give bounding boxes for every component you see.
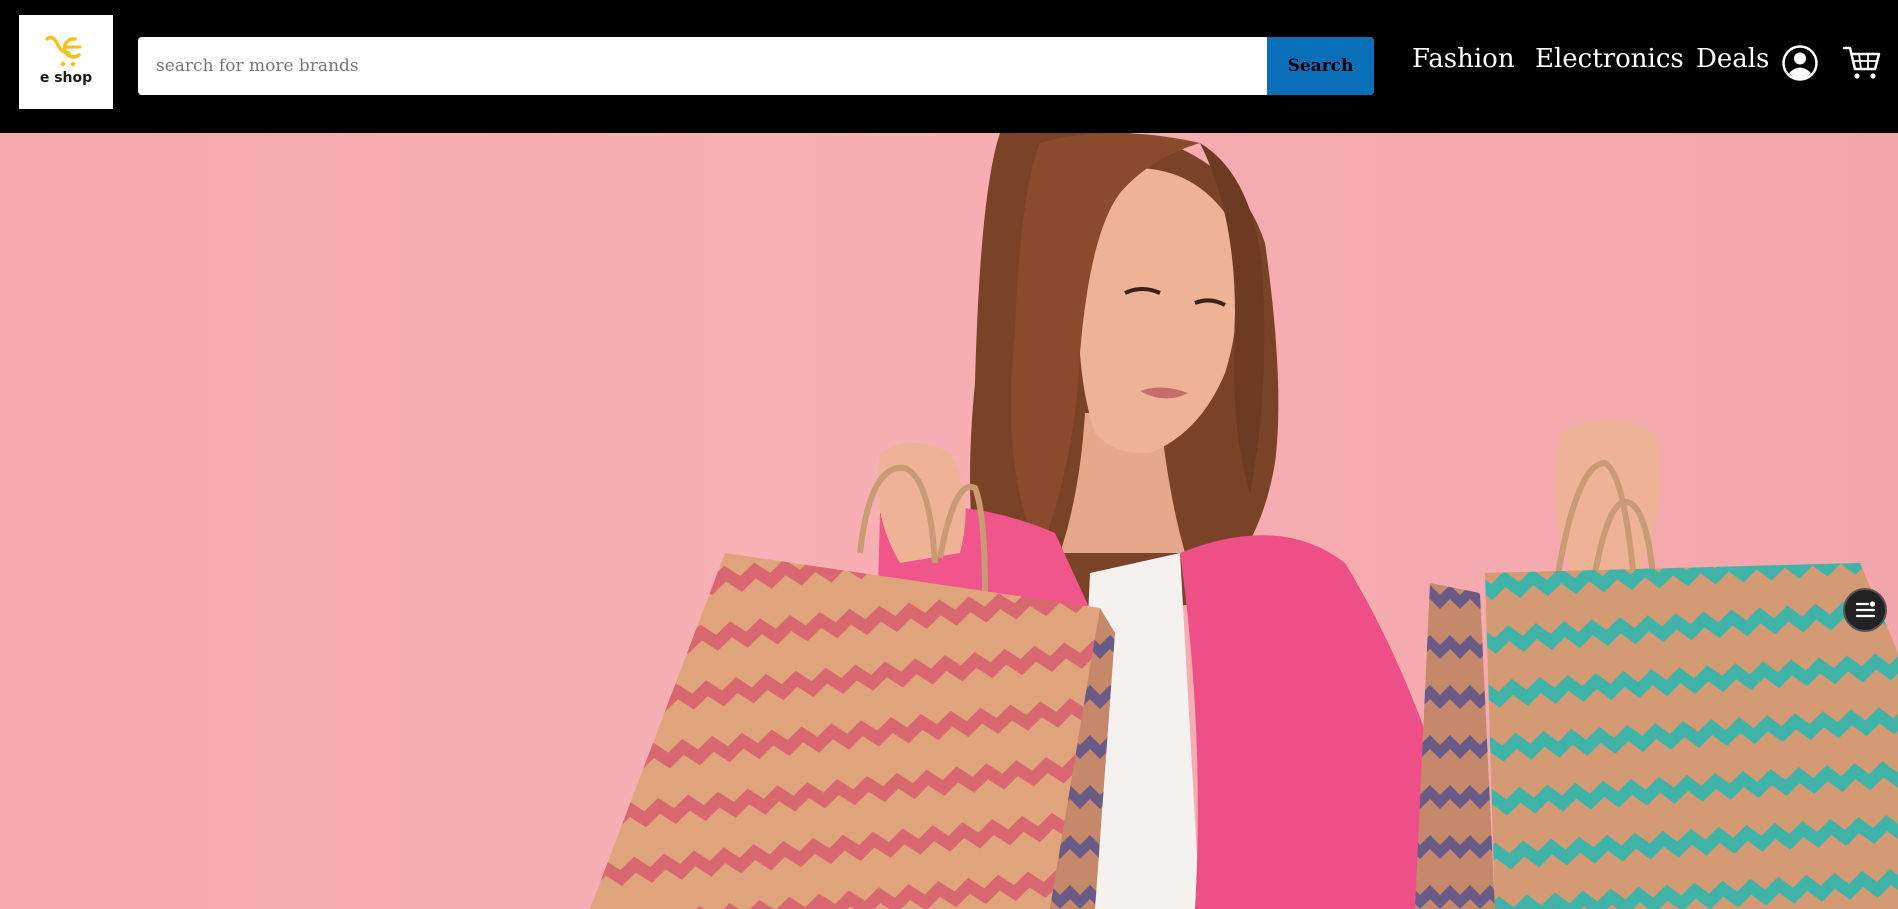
nav-link-deals[interactable]: Deals: [1696, 44, 1769, 74]
top-navigation-bar: e shop Search Fashion Electronics Deals: [0, 0, 1898, 133]
shopping-cart-icon[interactable]: [1842, 44, 1882, 86]
search-button[interactable]: Search: [1267, 37, 1374, 95]
hero-banner: [0, 133, 1898, 909]
user-account-icon[interactable]: [1781, 44, 1819, 86]
nav-link-electronics[interactable]: Electronics: [1535, 44, 1684, 74]
search-bar: Search: [138, 37, 1374, 95]
floating-menu-button[interactable]: [1843, 588, 1887, 632]
eshop-logo[interactable]: e shop: [19, 15, 113, 109]
logo-text: e shop: [39, 70, 93, 86]
hero-image: [590, 133, 1898, 909]
nav-link-fashion[interactable]: Fashion: [1412, 44, 1515, 74]
menu-list-icon: [1855, 601, 1876, 618]
eshop-logo-icon: [45, 35, 82, 67]
search-input[interactable]: [138, 37, 1266, 95]
